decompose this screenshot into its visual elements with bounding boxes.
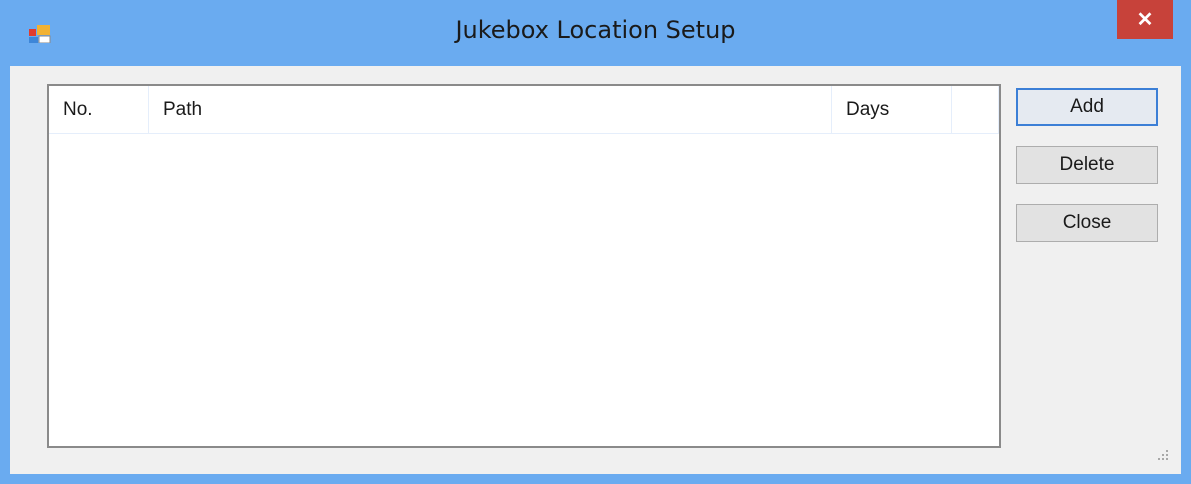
resize-grip-icon[interactable]: [1156, 448, 1170, 462]
list-header: No. Path Days: [49, 86, 999, 134]
close-window-button[interactable]: ✕: [1117, 0, 1173, 39]
close-icon: ✕: [1136, 9, 1154, 31]
client-area: No. Path Days Add Delete Close: [10, 66, 1181, 474]
close-button[interactable]: Close: [1016, 204, 1158, 242]
add-button[interactable]: Add: [1016, 88, 1158, 126]
location-list[interactable]: No. Path Days: [47, 84, 1001, 448]
column-header-filler: [952, 86, 999, 134]
dialog-window: Jukebox Location Setup ✕ No. Path Days A…: [0, 0, 1191, 484]
column-header-no[interactable]: No.: [49, 86, 149, 134]
column-header-path[interactable]: Path: [149, 86, 832, 134]
title-bar[interactable]: Jukebox Location Setup ✕: [0, 0, 1191, 66]
column-header-days[interactable]: Days: [832, 86, 952, 134]
delete-button[interactable]: Delete: [1016, 146, 1158, 184]
window-title: Jukebox Location Setup: [455, 16, 736, 44]
